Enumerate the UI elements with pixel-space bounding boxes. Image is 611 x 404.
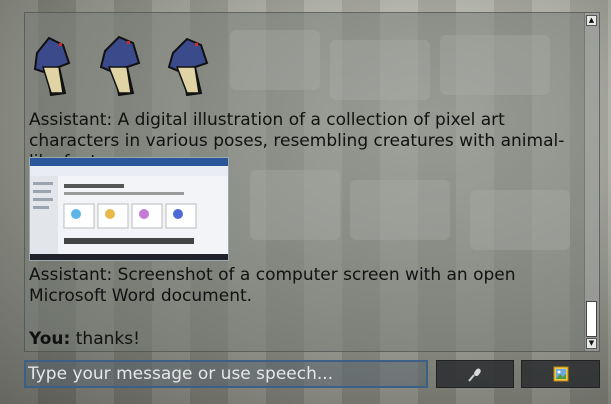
assistant-message: Assistant: Screenshot of a computer scre…: [29, 265, 516, 306]
attach-image-button[interactable]: [521, 360, 600, 388]
user-message: You: thanks!: [29, 329, 585, 350]
screenshot-thumbnail: [29, 157, 229, 261]
scroll-down-arrow-icon[interactable]: ▼: [586, 338, 597, 349]
scrollbar-thumb[interactable]: [586, 301, 597, 337]
pixel-art-image: [33, 35, 209, 97]
user-message-text: thanks!: [75, 329, 140, 349]
speech-button[interactable]: [436, 360, 514, 388]
image-icon: [553, 366, 568, 382]
microphone-icon: [468, 368, 481, 382]
message-input[interactable]: [24, 360, 428, 388]
scroll-up-arrow-icon[interactable]: ▲: [586, 15, 597, 26]
user-speaker-label: You:: [29, 329, 71, 349]
chat-scrollbar[interactable]: ▲ ▼: [584, 13, 599, 351]
chat-history-panel[interactable]: Assistant: A digital illustration of a c…: [24, 12, 600, 352]
